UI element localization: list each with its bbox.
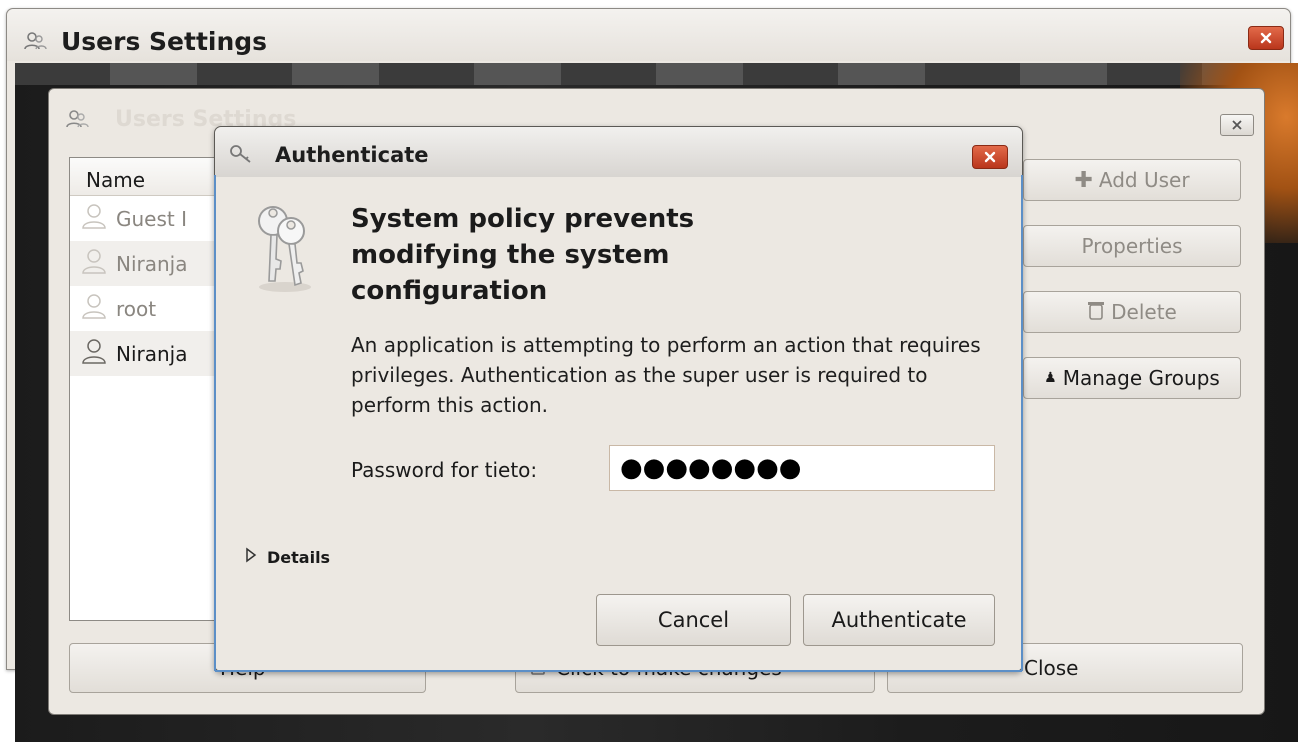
- outer-close-button[interactable]: [1248, 26, 1284, 50]
- desktop-stripes: [15, 63, 1298, 85]
- manage-groups-button[interactable]: ♟ Manage Groups: [1023, 357, 1241, 399]
- close-icon: [1232, 120, 1242, 130]
- cancel-label: Cancel: [657, 608, 730, 632]
- details-expander[interactable]: Details: [245, 547, 330, 567]
- auth-dialog-title: Authenticate: [275, 143, 429, 167]
- users-icon: [23, 31, 47, 55]
- trash-icon: [1087, 300, 1105, 325]
- plus-icon: ✚: [1074, 167, 1093, 193]
- manage-groups-label: Manage Groups: [1062, 366, 1220, 390]
- user-name: Niranja: [116, 251, 188, 276]
- authenticate-dialog: Authenticate System policy prevents modi…: [214, 126, 1023, 672]
- details-label: Details: [267, 547, 331, 567]
- auth-heading: System policy prevents modifying the sys…: [351, 204, 695, 306]
- cancel-button[interactable]: Cancel: [596, 594, 791, 646]
- outer-window-title: Users Settings: [61, 27, 268, 56]
- delete-button[interactable]: Delete: [1023, 291, 1241, 333]
- close-icon: [984, 151, 996, 163]
- close-icon: [1260, 32, 1272, 44]
- properties-label: Properties: [1081, 234, 1183, 258]
- auth-message: An application is attempting to perform …: [351, 333, 981, 417]
- user-icon: [82, 293, 106, 324]
- close-label: Close: [1024, 656, 1079, 680]
- authenticate-button[interactable]: Authenticate: [803, 594, 995, 646]
- frame-right: [1021, 175, 1023, 671]
- frame-left: [214, 175, 216, 671]
- group-icon: ♟: [1044, 370, 1057, 386]
- auth-titlebar: Authenticate: [215, 127, 1022, 177]
- triangle-right-icon: [245, 547, 257, 567]
- user-icon: [82, 338, 106, 369]
- add-user-label: Add User: [1098, 168, 1190, 192]
- add-user-button[interactable]: ✚ Add User: [1023, 159, 1241, 201]
- user-name: Guest I: [116, 206, 187, 231]
- user-icon: [82, 248, 106, 279]
- frame-bottom: [215, 670, 1022, 672]
- user-name: root: [116, 296, 157, 321]
- delete-label: Delete: [1111, 300, 1177, 324]
- key-icon: [229, 144, 253, 168]
- inner-close-button[interactable]: [1220, 114, 1254, 136]
- authenticate-label: Authenticate: [831, 608, 967, 632]
- users-icon: [65, 109, 89, 133]
- keys-icon: [245, 199, 325, 299]
- user-icon: [82, 203, 106, 234]
- password-label: Password for tieto:: [351, 458, 538, 482]
- outer-titlebar: Users Settings: [7, 9, 1290, 61]
- user-name: Niranja: [116, 341, 188, 366]
- properties-button[interactable]: Properties: [1023, 225, 1241, 267]
- password-field[interactable]: [609, 445, 995, 491]
- auth-close-button[interactable]: [972, 145, 1008, 169]
